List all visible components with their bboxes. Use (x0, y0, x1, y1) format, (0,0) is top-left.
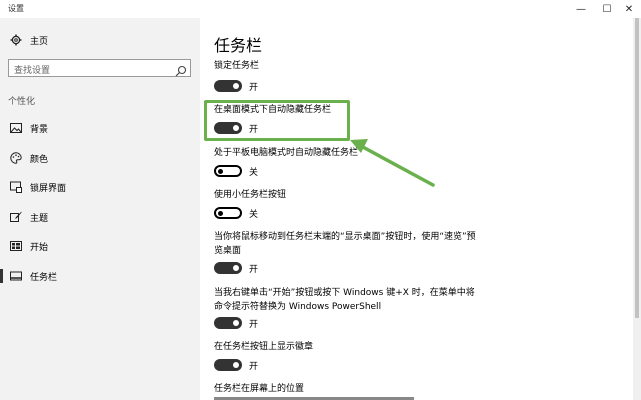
annotation-arrow (350, 139, 435, 187)
